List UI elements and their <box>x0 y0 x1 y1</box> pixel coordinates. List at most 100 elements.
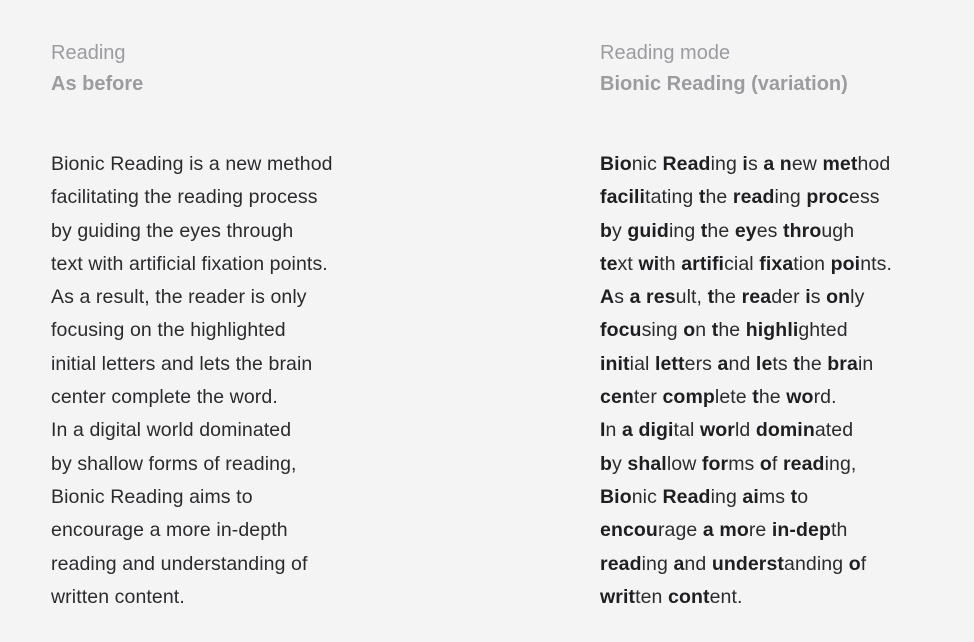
fixation-part: fixa <box>759 252 794 275</box>
text-line: focusing on the highlighted <box>51 319 286 342</box>
fixation-part: wor <box>699 419 735 442</box>
fixation-part: artifi <box>681 252 725 275</box>
fixation-part: init <box>600 352 630 375</box>
column-title: As before <box>51 73 144 95</box>
text-line: Bionic Reading is a new method <box>51 153 333 175</box>
fixation-part: for <box>701 452 729 475</box>
bionic-text-line: As a result, the reader is only <box>600 286 865 309</box>
bionic-text-line: encourage a more in-depth <box>600 519 848 542</box>
fixation-part: t <box>711 319 719 342</box>
bionic-text-line: written content. <box>600 585 743 608</box>
text-line: Bionic Reading aims to <box>51 485 253 508</box>
fixation-part: cont <box>668 585 710 608</box>
bionic-text-line: Bionic Reading is a new method <box>600 153 891 175</box>
text-line: text with artificial fixation points. <box>51 252 328 275</box>
text-line: by guiding the eyes through <box>51 219 294 242</box>
bionic-text-line: by guiding the eyes through <box>600 219 855 242</box>
fixation-part: writ <box>600 585 636 608</box>
bionic-text-line: center complete the word. <box>600 386 837 409</box>
fixation-part: res <box>646 286 676 309</box>
text-line: written content. <box>51 585 185 608</box>
fixation-part: A <box>600 286 615 309</box>
fixation-part: domin <box>755 419 815 442</box>
fixation-part: on <box>826 286 851 309</box>
fixation-part: lett <box>654 352 685 375</box>
text-line: facilitating the reading process <box>51 186 318 209</box>
fixation-part: Read <box>662 485 711 508</box>
fixation-part: mo <box>719 519 749 542</box>
fixation-part: digi <box>638 419 674 442</box>
bionic-text-line: initial letters and lets the brain <box>600 352 874 375</box>
column-label: Reading mode <box>600 42 731 64</box>
fixation-part: highli <box>745 319 799 342</box>
fixation-part: Read <box>662 153 711 175</box>
fixation-part: read <box>732 186 775 209</box>
fixation-part: underst <box>711 552 785 575</box>
bionic-text-line: focusing on the highlighted <box>600 319 848 342</box>
text-line: center complete the word. <box>51 386 278 409</box>
fixation-part: t <box>790 485 798 508</box>
fixation-part: met <box>822 153 858 175</box>
fixation-part: a <box>629 286 641 309</box>
fixation-part: o <box>683 319 696 342</box>
text-line: initial letters and lets the brain <box>51 352 313 375</box>
fixation-part: read <box>782 452 825 475</box>
fixation-part: i <box>742 153 748 175</box>
fixation-part: a <box>763 153 775 175</box>
standard-text-body: Bionic Reading is a new method facilitat… <box>51 148 421 614</box>
fixation-part: poi <box>830 252 861 275</box>
fixation-part: ai <box>742 485 759 508</box>
bionic-text-line: Bionic Reading aims to <box>600 485 809 508</box>
fixation-part: t <box>707 286 715 309</box>
text-line: encourage a more in-depth <box>51 519 288 542</box>
fixation-part: comp <box>662 386 715 409</box>
text-line: In a digital world dominated <box>51 419 292 442</box>
fixation-part: t <box>698 186 706 209</box>
fixation-part: guid <box>627 219 669 242</box>
fixation-part: a <box>702 519 714 542</box>
fixation-part: rea <box>741 286 772 309</box>
fixation-part: I <box>600 419 606 442</box>
column-title: Bionic Reading (variation) <box>600 73 848 95</box>
fixation-part: b <box>600 219 613 242</box>
bionic-text-line: by shallow forms of reading, <box>600 452 857 475</box>
fixation-part: focu <box>600 319 642 342</box>
bionic-text-body: Bionic Reading is a new method facilitati… <box>600 148 970 614</box>
fixation-part: proc <box>806 186 849 209</box>
fixation-part: le <box>755 352 773 375</box>
fixation-part: t <box>752 386 759 409</box>
fixation-part: o <box>848 552 861 575</box>
text-line: reading and understanding of <box>51 552 308 575</box>
fixation-part: thro <box>783 219 822 242</box>
fixation-part: cen <box>600 386 634 409</box>
bionic-text-line: In a digital world dominated <box>600 419 854 442</box>
fixation-part: shal <box>627 452 667 475</box>
fixation-part: Bio <box>600 485 632 508</box>
fixation-part: Bio <box>600 153 632 175</box>
fixation-part: ey <box>734 219 757 242</box>
fixation-part: i <box>805 286 811 309</box>
text-line: As a result, the reader is only <box>51 286 307 309</box>
fixation-part: a <box>622 419 633 442</box>
fixation-part: o <box>759 452 772 475</box>
fixation-part: n <box>779 153 792 175</box>
fixation-part: t <box>700 219 708 242</box>
fixation-part: facili <box>600 186 646 209</box>
fixation-part: wi <box>638 252 660 275</box>
fixation-part: b <box>600 452 613 475</box>
fixation-part: encou <box>600 519 658 542</box>
fixation-part: bra <box>827 352 858 375</box>
column-label: Reading <box>51 42 126 64</box>
bionic-reading-column: Reading mode Bionic Reading (variation) … <box>600 38 970 614</box>
fixation-part: a <box>673 552 685 575</box>
fixation-part: a <box>717 352 729 375</box>
standard-reading-column: Reading As before Bionic Reading is a ne… <box>51 38 421 614</box>
fixation-part: te <box>600 252 618 275</box>
bionic-text-line: facilitating the reading process <box>600 186 880 209</box>
bionic-text-line: reading and understanding of <box>600 552 867 575</box>
fixation-part: wo <box>786 386 814 409</box>
bionic-text-line: text with artificial fixation points. <box>600 252 893 275</box>
text-line: by shallow forms of reading, <box>51 452 297 475</box>
fixation-part: in-dep <box>771 519 831 542</box>
fixation-part: t <box>793 352 800 375</box>
